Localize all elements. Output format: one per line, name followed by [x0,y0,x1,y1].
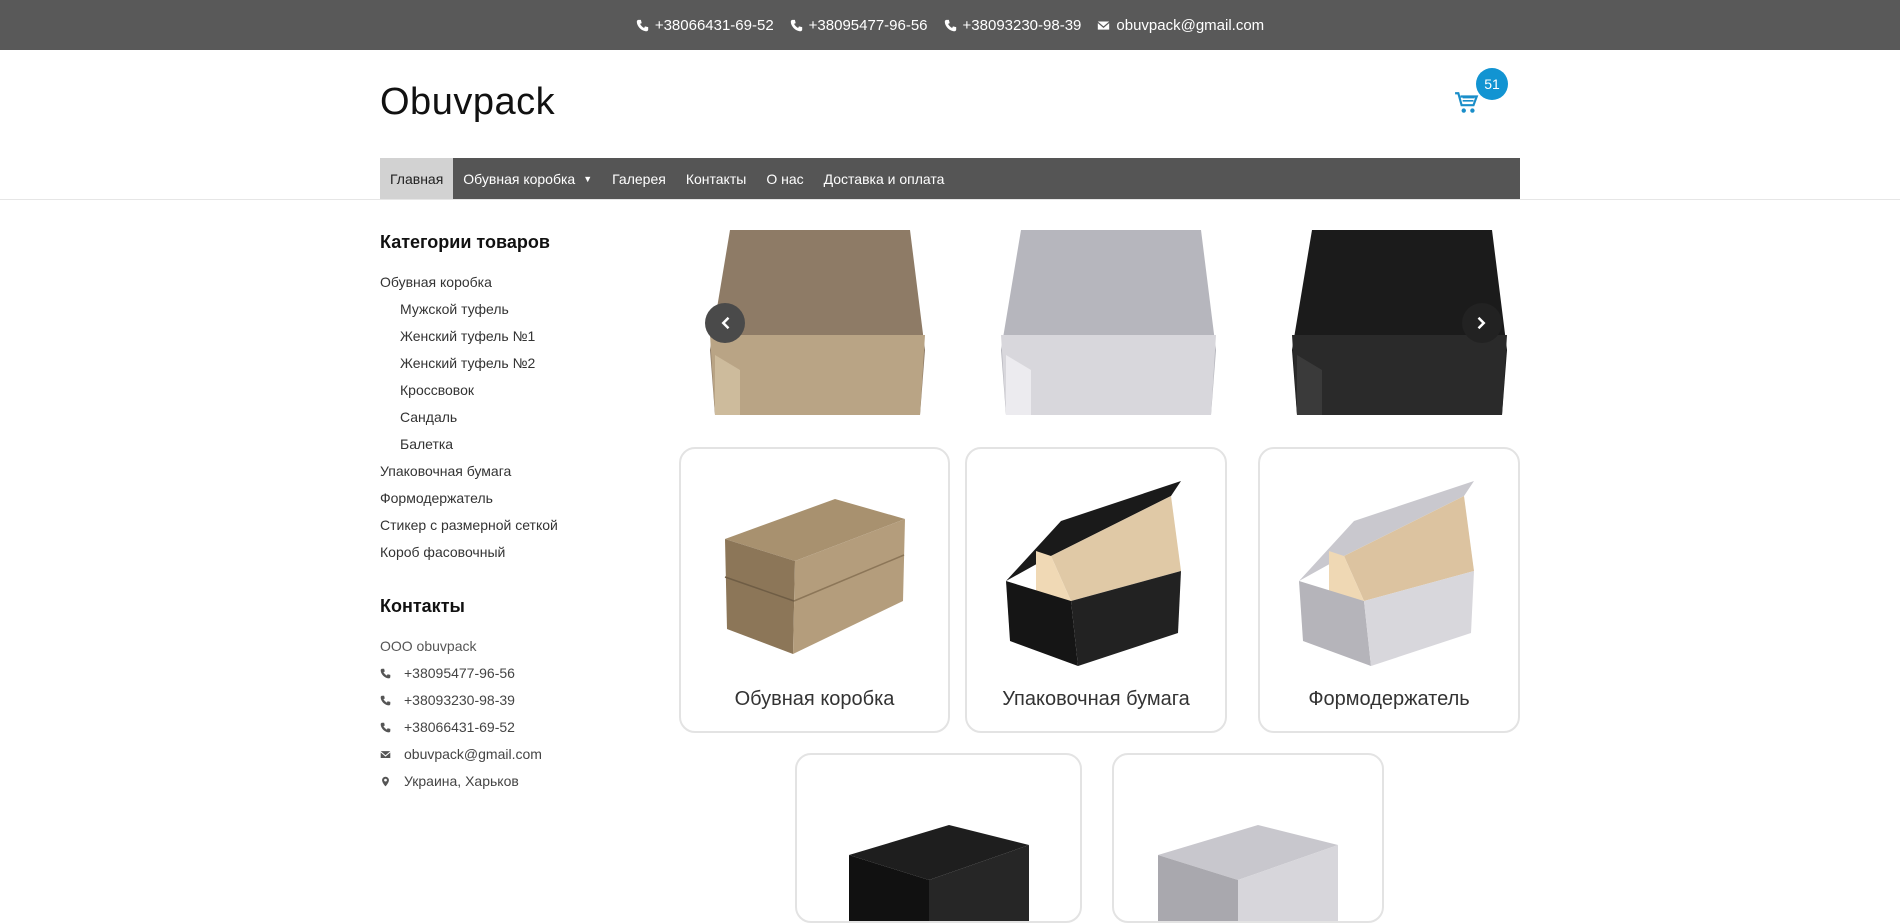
topbar-phone-text: +38095477-96-56 [808,16,928,34]
sidebar-address: Украина, Харьков [380,768,640,795]
sidebar-subcategory[interactable]: Кроссвовок [380,377,640,404]
phone-icon [380,668,391,679]
phone-icon [636,19,648,31]
sidebar-subcategory[interactable]: Женский туфель №2 [380,350,640,377]
phone-text: +38095477-96-56 [404,665,515,681]
black-box-image [848,825,1029,921]
main-content: Категории товаров Обувная коробка Мужско… [380,200,1520,923]
contacts-title: Контакты [380,596,465,616]
category-card[interactable]: Упаковочная бумага [965,447,1227,733]
sidebar-category[interactable]: Обувная коробка [380,269,640,296]
sidebar-category[interactable]: Стикер с размерной сеткой [380,512,640,539]
nav-gallery[interactable]: Галерея [602,158,676,199]
open-black-box-image [1006,481,1181,666]
phone-icon [944,19,956,31]
sidebar-phone[interactable]: +38066431-69-52 [380,714,640,741]
topbar-email[interactable]: obuvpack@gmail.com [1097,17,1264,34]
nav-label: Главная [390,170,444,187]
sidebar-phone[interactable]: +38095477-96-56 [380,660,640,687]
sidebar-subcategory[interactable]: Сандаль [380,404,640,431]
sidebar-subcategory[interactable]: Балетка [380,431,640,458]
nav-label: Обувная коробка [463,170,576,187]
product-slider [695,230,1520,415]
sidebar-email[interactable]: obuvpack@gmail.com [380,741,640,768]
cart-button[interactable]: 51 [1454,68,1508,121]
slide-white-box[interactable] [1001,230,1219,415]
phone-icon [380,695,391,706]
category-card[interactable]: Обувная коробка [679,447,950,733]
main-nav: Главная Обувная коробка ▼ Галерея Контакт… [380,158,1520,199]
category-card-label: Упаковочная бумага [1002,688,1190,710]
nav-home[interactable]: Главная [380,158,454,199]
chevron-left-icon [721,316,730,330]
topbar-email-text: obuvpack@gmail.com [1116,16,1265,34]
topbar-phone-1[interactable]: +38066431-69-52 [636,17,774,34]
white-box-image [1001,230,1216,415]
site-header: Obuvpack 51 [380,50,1520,158]
open-white-box-image [1299,481,1474,666]
top-contact-bar: +38066431-69-52 +38095477-96-56 +3809323… [0,0,1900,50]
company-name: ООО obuvpack [380,638,477,654]
slider-prev-button[interactable] [705,303,745,343]
shopping-cart-icon [1455,92,1479,113]
chevron-right-icon [1477,316,1486,330]
topbar-phone-text: +38093230-98-39 [962,16,1082,34]
slider-next-button[interactable] [1462,303,1502,343]
sidebar: Категории товаров Обувная коробка Мужско… [380,232,640,795]
phone-icon [380,722,391,733]
topbar-phone-text: +38066431-69-52 [654,16,774,34]
cart-count-badge: 51 [1476,68,1508,100]
map-marker-icon [382,776,389,787]
address-text: Украина, Харьков [404,773,519,789]
category-card[interactable]: Формодержатель [1258,447,1520,733]
sidebar-subcategory[interactable]: Женский туфель №1 [380,323,640,350]
sidebar-phone[interactable]: +38093230-98-39 [380,687,640,714]
category-card[interactable] [795,753,1082,923]
nav-contacts[interactable]: Контакты [676,158,756,199]
email-text: obuvpack@gmail.com [404,746,542,762]
nav-label: Контакты [685,170,747,187]
categories-title: Категории товаров [380,232,550,252]
nav-label: О нас [766,170,804,187]
phone-text: +38093230-98-39 [404,692,515,708]
white-box-image [1158,825,1338,921]
caret-down-icon: ▼ [583,173,593,184]
nav-about[interactable]: О нас [756,158,813,199]
envelope-icon [1098,20,1110,30]
category-card-label: Обувная коробка [734,688,895,710]
sidebar-category[interactable]: Формодержатель [380,485,640,512]
sidebar-category[interactable]: Короб фасовочный [380,539,640,566]
site-logo[interactable]: Obuvpack [380,81,555,124]
sidebar-category[interactable]: Упаковочная бумага [380,458,640,485]
phone-text: +38066431-69-52 [404,719,515,735]
nav-delivery[interactable]: Доставка и оплата [814,158,955,199]
topbar-phone-2[interactable]: +38095477-96-56 [790,17,928,34]
sidebar-subcategory[interactable]: Мужской туфель [380,296,640,323]
category-card[interactable] [1112,753,1384,923]
nav-label: Галерея [612,170,666,187]
category-card-label: Формодержатель [1308,688,1470,710]
nav-label: Доставка и оплата [823,170,945,187]
nav-shoe-box[interactable]: Обувная коробка ▼ [453,158,602,199]
phone-icon [790,19,802,31]
envelope-icon [380,751,391,758]
topbar-phone-3[interactable]: +38093230-98-39 [944,16,1082,34]
kraft-box-image [724,499,905,654]
